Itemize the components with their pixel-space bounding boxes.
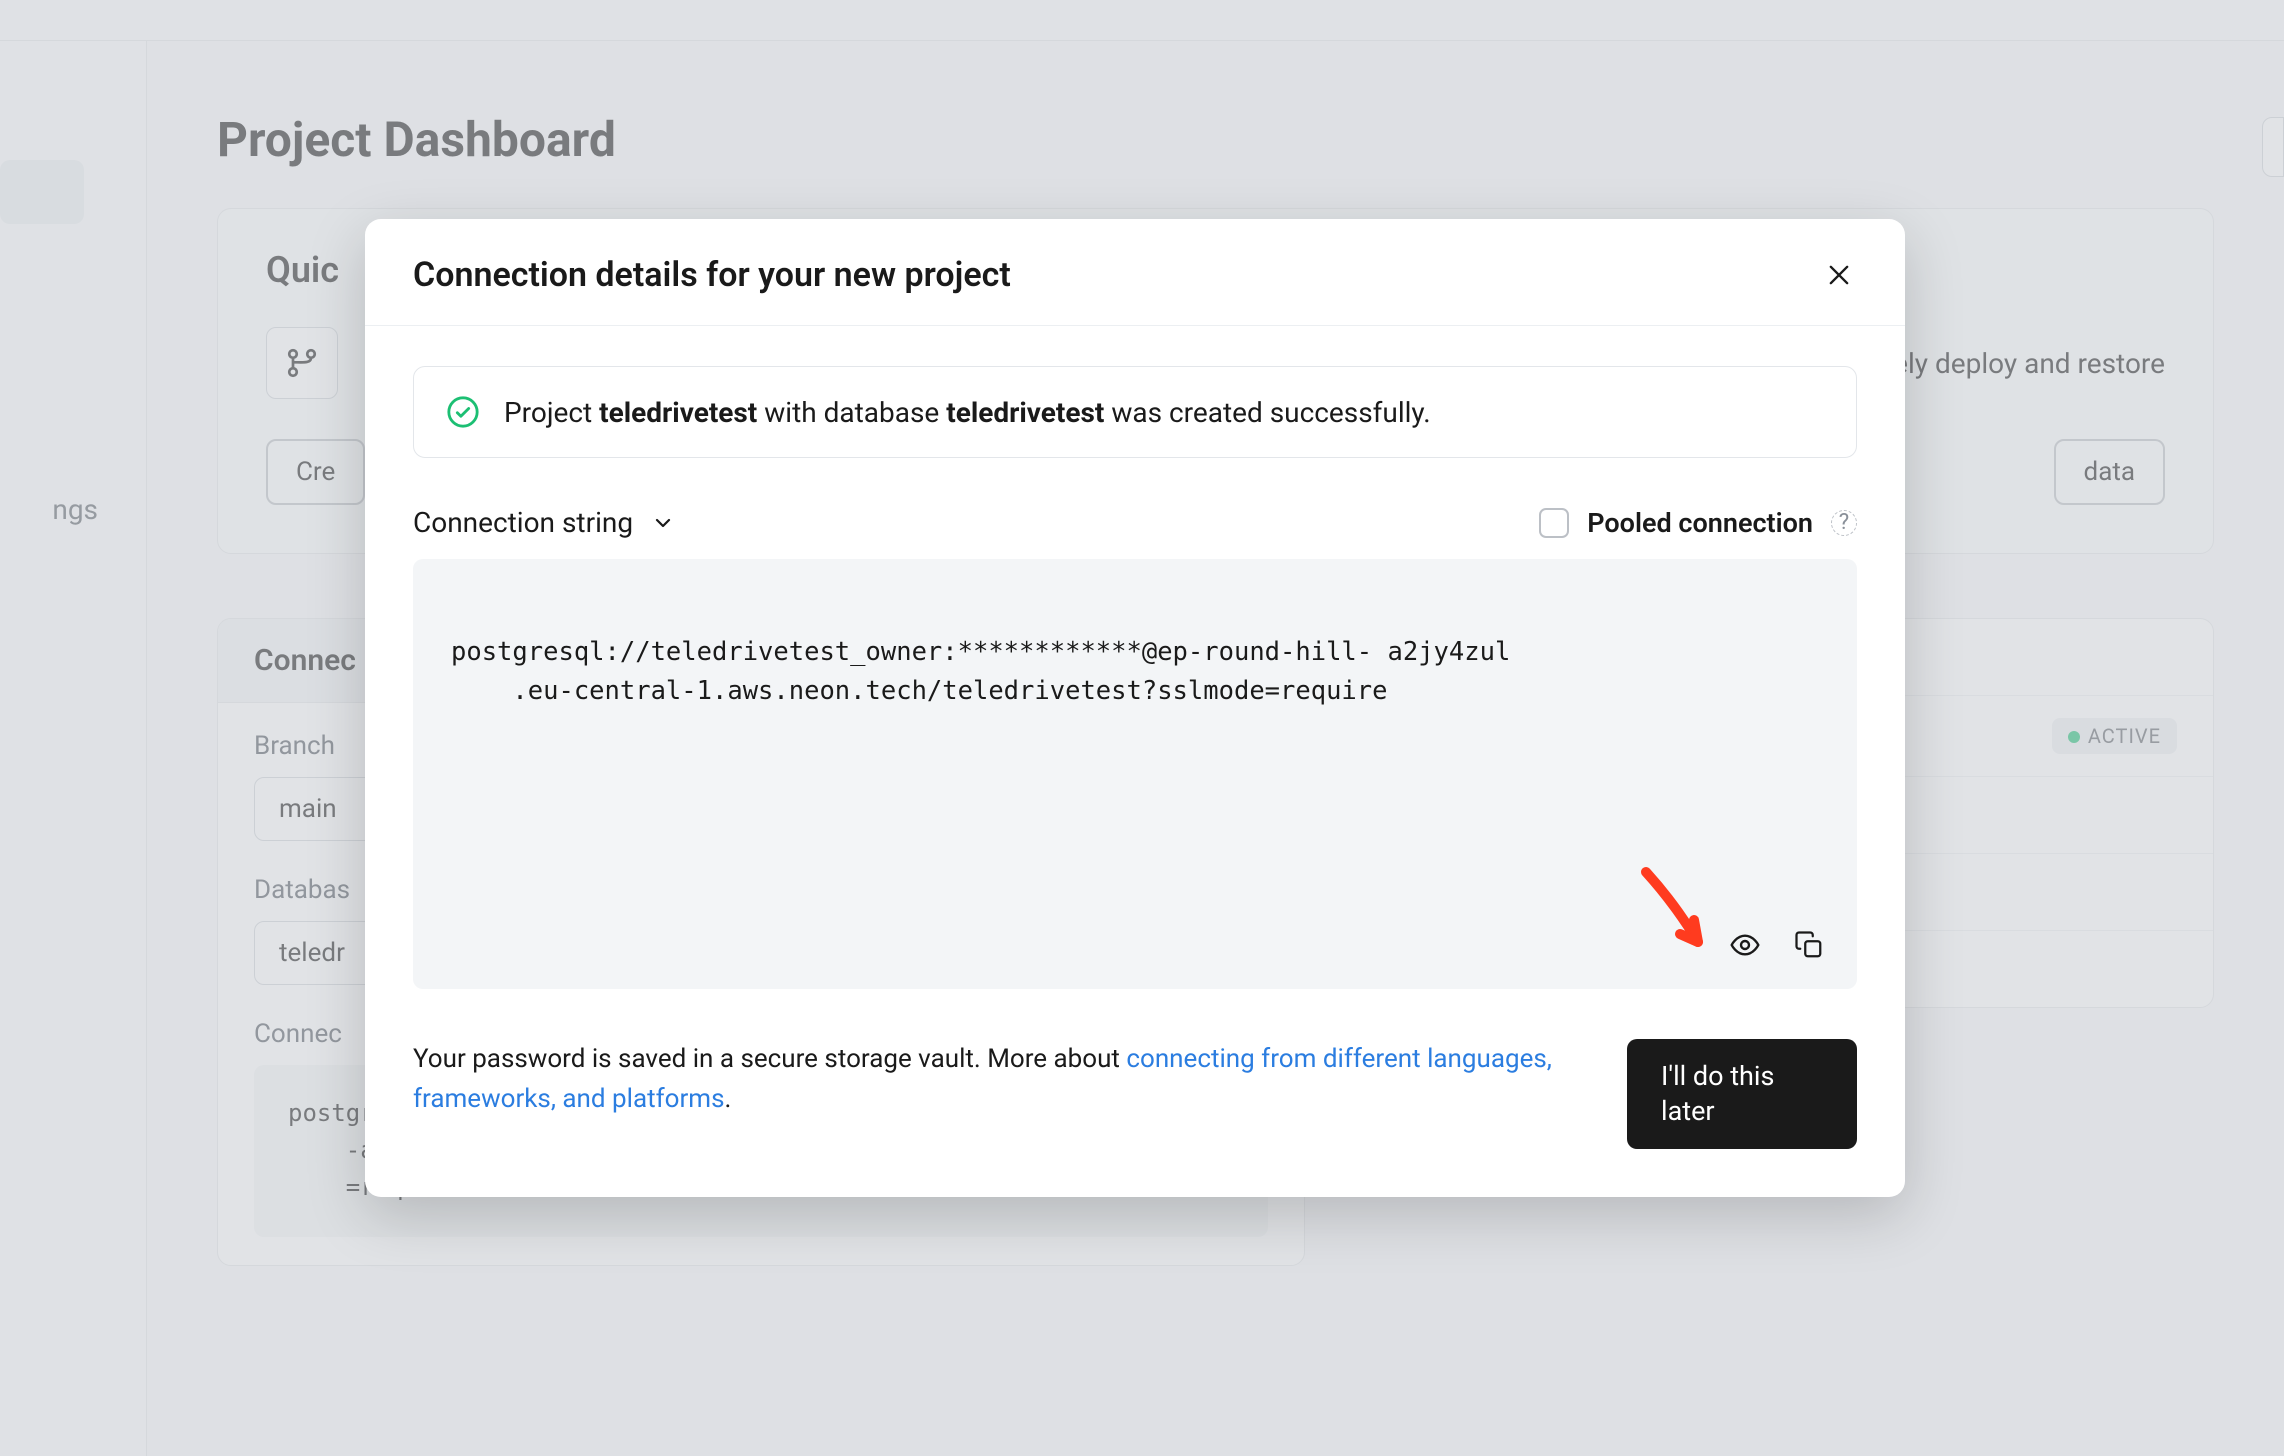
success-text: Project teledrivetest with database tele… [504,396,1431,429]
pooled-connection-checkbox[interactable] [1539,508,1569,538]
chevron-down-icon [651,511,675,535]
reveal-password-icon[interactable] [1727,927,1763,963]
modal-title: Connection details for your new project [413,255,1011,295]
do-this-later-button[interactable]: I'll do this later [1627,1039,1857,1149]
connection-string-block: postgresql://teledrivetest_owner:*******… [413,559,1857,989]
connection-string-dropdown[interactable]: Connection string [413,506,675,539]
footer-help-text: Your password is saved in a secure stora… [413,1039,1553,1120]
connection-details-modal: Connection details for your new project … [365,219,1905,1197]
check-circle-icon [446,395,480,429]
success-banner: Project teledrivetest with database tele… [413,366,1857,458]
copy-icon[interactable] [1791,927,1827,963]
help-icon[interactable]: ? [1831,510,1857,536]
connection-string-label: Connection string [413,506,633,539]
connection-string-text: postgresql://teledrivetest_owner:*******… [451,637,1510,707]
close-icon[interactable] [1821,257,1857,293]
pooled-connection-label: Pooled connection [1587,507,1813,539]
